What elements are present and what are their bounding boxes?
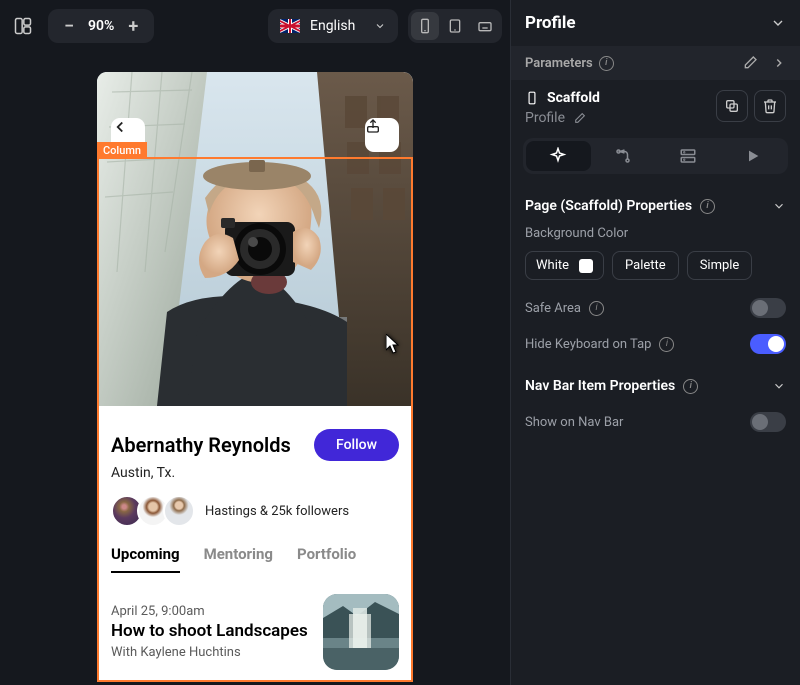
zoom-control: − 90% + (48, 9, 154, 43)
profile-name: Abernathy Reynolds (111, 433, 291, 457)
chevron-down-icon (772, 379, 786, 393)
avatar-stack (111, 495, 195, 527)
info-icon: i (700, 199, 715, 214)
device-preview-group (408, 9, 502, 43)
tab-portfolio[interactable]: Portfolio (297, 545, 356, 573)
simple-button[interactable]: Simple (687, 251, 753, 280)
profile-tabs: Upcoming Mentoring Portfolio (111, 545, 399, 574)
editor-left-panel: − 90% + English Column (0, 0, 510, 685)
properties-panel: Profile Parameters i Scaffold Profile (510, 0, 800, 685)
profile-card: Abernathy Reynolds Follow Austin, Tx. Ha… (97, 411, 413, 682)
navbar-properties-title: Nav Bar Item Properties (525, 378, 675, 394)
phone-icon (525, 91, 539, 105)
info-icon: i (683, 379, 698, 394)
zoom-in-button[interactable]: + (122, 15, 144, 37)
parameters-label: Parameters (525, 56, 593, 71)
show-navbar-toggle[interactable] (750, 412, 786, 432)
edit-icon[interactable] (573, 112, 586, 125)
tab-tree[interactable] (591, 141, 656, 171)
tab-mentoring[interactable]: Mentoring (204, 545, 273, 573)
tab-design[interactable] (526, 141, 591, 171)
info-icon: i (659, 337, 674, 352)
event-date: April 25, 9:00am (111, 604, 309, 619)
tab-data[interactable] (656, 141, 721, 171)
panel-header: Profile (511, 0, 800, 46)
selection-tag: Column (97, 142, 147, 159)
device-phone-button[interactable] (411, 12, 439, 40)
safe-area-label: Safe Area (525, 301, 581, 316)
event-row[interactable]: April 25, 9:00am How to shoot Landscapes… (111, 594, 399, 670)
phone-preview: Column (97, 72, 413, 682)
followers-text: Hastings & 25k followers (205, 504, 349, 519)
language-label: English (310, 18, 364, 34)
scaffold-header: Scaffold Profile (511, 80, 800, 132)
page-properties-header[interactable]: Page (Scaffold) Properties i (525, 192, 786, 220)
scaffold-subtitle: Profile (525, 110, 565, 126)
property-tab-strip (523, 138, 788, 174)
navbar-properties-header[interactable]: Nav Bar Item Properties i (511, 368, 800, 404)
chevron-down-icon[interactable] (770, 15, 786, 31)
edit-icon[interactable] (742, 55, 758, 71)
hide-keyboard-label: Hide Keyboard on Tap (525, 337, 651, 352)
info-icon: i (589, 301, 604, 316)
share-button[interactable] (365, 118, 399, 152)
top-toolbar: − 90% + English (0, 0, 510, 52)
event-thumbnail (323, 594, 399, 670)
parameters-bar[interactable]: Parameters i (511, 46, 800, 80)
language-selector[interactable]: English (268, 9, 398, 43)
copy-button[interactable] (716, 90, 748, 122)
color-swatch (579, 259, 593, 273)
hero-image (97, 72, 413, 406)
event-host: With Kaylene Huchtins (111, 645, 309, 660)
follow-button[interactable]: Follow (314, 429, 399, 461)
chevron-right-icon[interactable] (772, 56, 786, 70)
bg-color-value[interactable]: White (525, 251, 604, 280)
followers-row: Hastings & 25k followers (111, 495, 399, 527)
layout-toggle-button[interactable] (8, 11, 38, 41)
chevron-down-icon (772, 199, 786, 213)
bg-color-label: Background Color (525, 220, 786, 247)
bg-color-name: White (536, 258, 569, 273)
tab-upcoming[interactable]: Upcoming (111, 545, 180, 573)
tab-play[interactable] (720, 141, 785, 171)
zoom-out-button[interactable]: − (58, 15, 80, 37)
avatar (163, 495, 195, 527)
page-properties-title: Page (Scaffold) Properties (525, 198, 692, 214)
event-title: How to shoot Landscapes (111, 621, 309, 641)
chevron-down-icon (374, 20, 386, 32)
delete-button[interactable] (754, 90, 786, 122)
show-navbar-label: Show on Nav Bar (525, 415, 623, 430)
info-icon: i (599, 56, 614, 71)
panel-title: Profile (525, 13, 576, 33)
page-properties-section: Page (Scaffold) Properties i Background … (511, 186, 800, 368)
palette-button[interactable]: Palette (612, 251, 679, 280)
hide-keyboard-toggle[interactable] (750, 334, 786, 354)
safe-area-toggle[interactable] (750, 298, 786, 318)
profile-location: Austin, Tx. (111, 465, 399, 481)
zoom-level: 90% (88, 18, 114, 34)
scaffold-name: Scaffold (547, 90, 600, 106)
device-tablet-button[interactable] (441, 12, 469, 40)
uk-flag-icon (280, 19, 300, 33)
canvas[interactable]: Column (0, 52, 510, 685)
device-keyboard-button[interactable] (471, 12, 499, 40)
